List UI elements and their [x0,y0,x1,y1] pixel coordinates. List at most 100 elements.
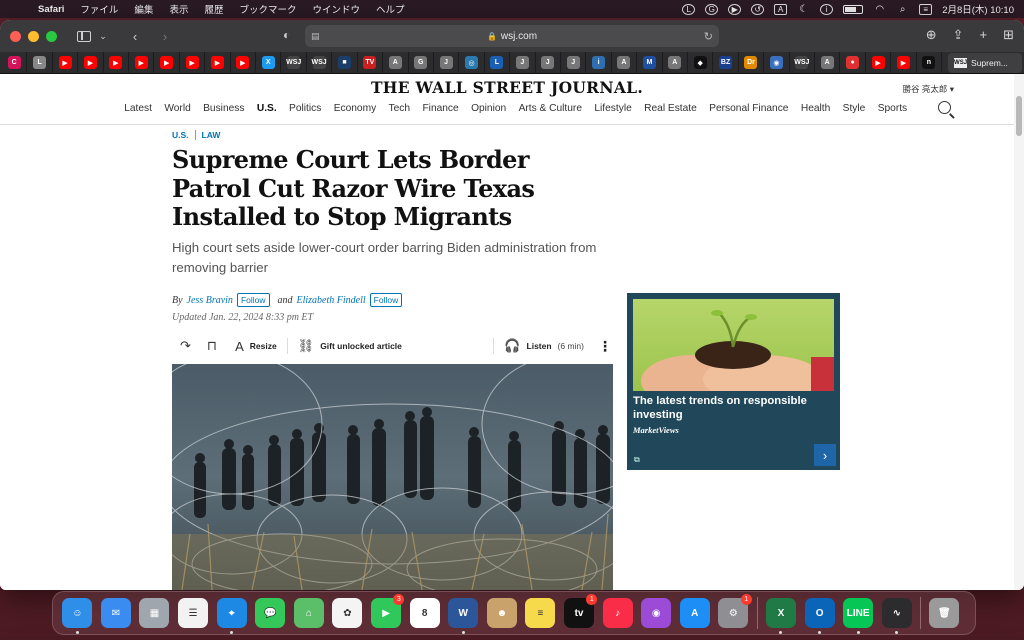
new-tab-icon[interactable]: + [980,27,988,43]
dock-activity-monitor[interactable]: ∿ [877,594,916,634]
battery-icon[interactable] [843,4,864,14]
clock[interactable]: 2月8日(木) 10:10 [942,2,1014,16]
dock-mail[interactable]: ✉ [97,594,136,632]
nav-item-finance[interactable]: Finance [416,103,465,114]
menu-app-name[interactable]: Safari [30,4,72,15]
favorite-item[interactable]: ◎ [459,51,485,74]
dock-word[interactable]: W [444,594,483,634]
active-tab[interactable]: WSJ Suprem... [948,52,1022,73]
nav-item-real-estate[interactable]: Real Estate [638,103,703,114]
favorite-item[interactable]: i [586,51,612,74]
dock-facetime[interactable]: ▶ 3 [367,594,406,632]
dock-outlook[interactable]: O [800,594,839,634]
scrollbar-thumb[interactable] [1016,96,1022,136]
favorite-item[interactable]: n [917,51,943,74]
more-options-icon[interactable]: ⋮ [598,338,612,355]
grammarly-icon[interactable]: G [705,3,719,15]
close-button[interactable] [10,30,21,42]
menu-window[interactable]: ウインドウ [304,2,368,16]
dock-messages[interactable]: 💬 [251,594,290,632]
favorite-item[interactable]: Dr [739,51,765,74]
author-link-2[interactable]: Elizabeth Findell [297,295,366,306]
follow-author-1-button[interactable]: Follow [236,293,270,307]
favorite-item[interactable]: ▶ [104,51,130,74]
favorite-item[interactable]: ▶ [78,51,104,74]
ad-responsible-investing[interactable]: The latest trends on responsible investi… [627,293,840,470]
dock-photos[interactable]: ✿ [328,594,367,632]
reload-icon[interactable]: ↻ [704,30,713,43]
nav-item-lifestyle[interactable]: Lifestyle [588,103,638,114]
hero-photo[interactable] [172,364,613,590]
follow-author-2-button[interactable]: Follow [369,293,403,307]
zoom-button[interactable] [46,30,57,42]
favorite-item[interactable]: L [485,51,511,74]
menu-bookmarks[interactable]: ブックマーク [231,2,304,16]
dock-system-settings[interactable]: ⚙ 1 [714,594,753,632]
dock-reminders[interactable]: ☰ [174,594,213,632]
sidebar-icon[interactable] [77,30,91,42]
favorite-item[interactable]: C [2,51,28,74]
minimize-button[interactable] [28,30,39,42]
menu-view[interactable]: 表示 [161,2,196,16]
control-center-icon[interactable]: ≡ [919,3,933,15]
favorite-item[interactable]: ▶ [53,51,79,74]
font-icon[interactable]: A [774,3,788,15]
save-button[interactable]: ⊓ [207,338,217,354]
wsj-masthead[interactable]: THE WALL STREET JOURNAL. [0,78,1014,97]
menu-help[interactable]: ヘルプ [368,2,413,16]
resize-button[interactable]: A Resize [235,339,277,354]
line-icon[interactable]: L [682,3,696,15]
favorite-item[interactable]: ▶ [891,51,917,74]
nav-item-style[interactable]: Style [836,103,871,114]
dock-finder[interactable]: ☺ [58,594,97,634]
favorite-item[interactable]: ▶ [231,51,257,74]
chevron-right-icon[interactable]: › [814,444,836,466]
chevron-down-icon[interactable]: ⌄ [95,31,111,42]
favorite-item[interactable]: X [256,51,282,74]
favorite-item[interactable]: L [27,51,53,74]
favorite-item[interactable]: BZ [713,51,739,74]
listen-button[interactable]: 🎧 Listen (6 min) [504,338,584,354]
tab-overview-icon[interactable]: ⊞ [1003,27,1014,43]
dock-contacts[interactable]: ☻ [483,594,522,632]
favorite-item[interactable]: ● [840,51,866,74]
account-menu[interactable]: 勝谷 亮太郎 ▾ [903,83,955,95]
nav-item-health[interactable]: Health [795,103,837,114]
share-icon[interactable]: ⇪ [953,27,964,43]
favorite-item[interactable]: WSJ [307,51,333,74]
nav-item-politics[interactable]: Politics [283,103,328,114]
favorite-item[interactable]: ▶ [866,51,892,74]
favorite-item[interactable]: TV [358,51,384,74]
favorite-item[interactable]: M [637,51,663,74]
dock-notes[interactable]: ≡ [521,594,560,632]
dock-maps[interactable]: ⌂ [290,594,329,632]
menu-edit[interactable]: 編集 [126,2,161,16]
favorite-item[interactable]: J [434,51,460,74]
address-bar[interactable]: ▤ 🔒 wsj.com ↻ [305,25,719,47]
nav-item-personal-finance[interactable]: Personal Finance [703,103,795,114]
dock-music[interactable]: ♪ [598,594,637,632]
favorite-item[interactable]: ◆ [688,51,714,74]
page-scrollbar[interactable] [1014,74,1024,590]
ad-choices-icon[interactable]: ⧉ [634,455,640,465]
dock-launchpad[interactable]: ▦ [135,594,174,632]
play-icon[interactable]: ▶ [728,3,742,15]
search-icon[interactable]: ⌕ [896,4,909,15]
gift-article-button[interactable]: ⛓ Gift unlocked article [298,338,402,354]
dock-podcasts[interactable]: ◉ [637,594,676,632]
wifi-icon[interactable]: ◠ [873,4,886,15]
favorite-item[interactable]: J [510,51,536,74]
forward-button[interactable]: › [157,29,173,44]
share-button[interactable]: ↷ [180,338,191,354]
nav-item-u-s[interactable]: U.S. [251,103,283,114]
nav-item-sports[interactable]: Sports [872,103,914,114]
downloads-icon[interactable]: ⊕ [926,27,937,43]
nav-item-tech[interactable]: Tech [382,103,416,114]
favorite-item[interactable]: A [815,51,841,74]
menu-history[interactable]: 履歴 [196,2,231,16]
breadcrumb-us[interactable]: U.S. [172,130,189,140]
favorite-item[interactable]: J [536,51,561,74]
page-menu-icon[interactable]: ▤ [311,31,320,42]
dock-trash[interactable]: 🗑 [925,594,964,632]
favorite-item[interactable]: WSJ [790,51,815,74]
